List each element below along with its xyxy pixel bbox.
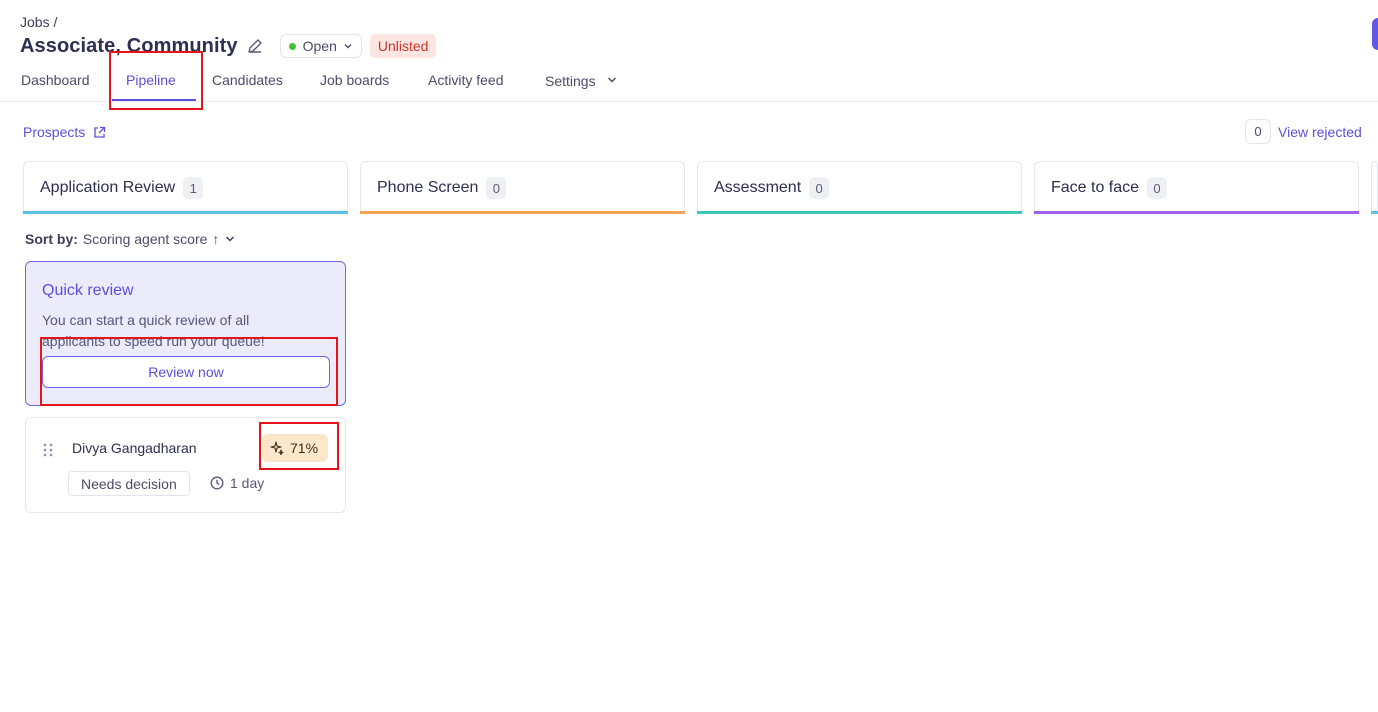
chevron-down-icon (225, 234, 235, 244)
rejected-count-badge: 0 (1245, 119, 1271, 144)
tab-dashboard[interactable]: Dashboard (21, 72, 90, 88)
stage-count-badge: 0 (486, 177, 507, 199)
candidate-card[interactable]: Divya Gangadharan 71% Needs decision 1 d… (25, 417, 346, 513)
breadcrumb[interactable]: Jobs / (20, 14, 57, 30)
sort-value: Scoring agent score (82, 231, 208, 247)
clock-icon (210, 476, 224, 490)
stage-name: Phone Screen (377, 179, 479, 196)
drag-handle-icon[interactable] (42, 442, 54, 458)
stage-count-badge: 0 (809, 177, 830, 199)
stage-name: Application Review (40, 179, 176, 196)
status-dot-icon (288, 42, 296, 50)
stage-column-next[interactable] (1371, 161, 1378, 214)
stage-count-badge: 1 (183, 177, 204, 199)
stage-column-application-review[interactable]: Application Review 1 (23, 161, 348, 214)
stage-count-badge: 0 (1147, 177, 1168, 199)
quick-review-description: You can start a quick review of all appl… (42, 312, 265, 349)
job-status-dropdown[interactable]: Open (279, 34, 362, 58)
candidate-name[interactable]: Divya Gangadharan (72, 440, 197, 456)
external-link-icon (93, 126, 106, 139)
prospects-label: Prospects (23, 124, 86, 140)
primary-action-button[interactable] (1372, 18, 1378, 50)
job-tabs: Dashboard Pipeline Candidates Job boards… (0, 60, 1378, 102)
tab-settings-label: Settings (545, 73, 596, 89)
tab-candidates[interactable]: Candidates (212, 72, 283, 88)
sort-direction-icon: ↑ (212, 231, 220, 247)
stage-column-face-to-face[interactable]: Face to face 0 (1034, 161, 1359, 214)
edit-pencil-icon[interactable] (246, 37, 264, 55)
stage-column-phone-screen[interactable]: Phone Screen 0 (360, 161, 685, 214)
tab-job-boards[interactable]: Job boards (320, 72, 389, 88)
job-title-row: Associate, Community Open Unlisted (20, 33, 437, 59)
job-status-label: Open (302, 38, 337, 54)
stage-name: Assessment (714, 179, 802, 196)
review-now-button[interactable]: Review now (42, 356, 330, 388)
view-rejected-link[interactable]: View rejected (1278, 124, 1362, 140)
sort-dropdown[interactable]: Sort by: Scoring agent score ↑ (25, 231, 235, 247)
tab-settings[interactable]: Settings (545, 72, 617, 89)
time-in-stage: 1 day (210, 475, 264, 491)
quick-review-card: Quick review You can start a quick revie… (25, 261, 346, 406)
stage-column-assessment[interactable]: Assessment 0 (697, 161, 1022, 214)
stage-name: Face to face (1051, 179, 1140, 196)
sparkle-icon (270, 441, 284, 455)
chevron-down-icon (607, 72, 617, 83)
ai-score-value: 71% (290, 440, 319, 456)
active-tab-indicator (112, 99, 196, 101)
ai-score-badge[interactable]: 71% (262, 434, 329, 462)
visibility-badge: Unlisted (369, 34, 437, 58)
chevron-down-icon (343, 41, 353, 51)
quick-review-title: Quick review (42, 282, 134, 299)
candidate-status-tag: Needs decision (68, 471, 190, 496)
time-in-stage-value: 1 day (230, 475, 265, 491)
tab-pipeline[interactable]: Pipeline (126, 72, 176, 88)
prospects-link[interactable]: Prospects (23, 124, 106, 140)
page-title: Associate, Community (20, 34, 238, 57)
tab-activity-feed[interactable]: Activity feed (428, 72, 503, 88)
sort-label: Sort by: (25, 231, 78, 247)
